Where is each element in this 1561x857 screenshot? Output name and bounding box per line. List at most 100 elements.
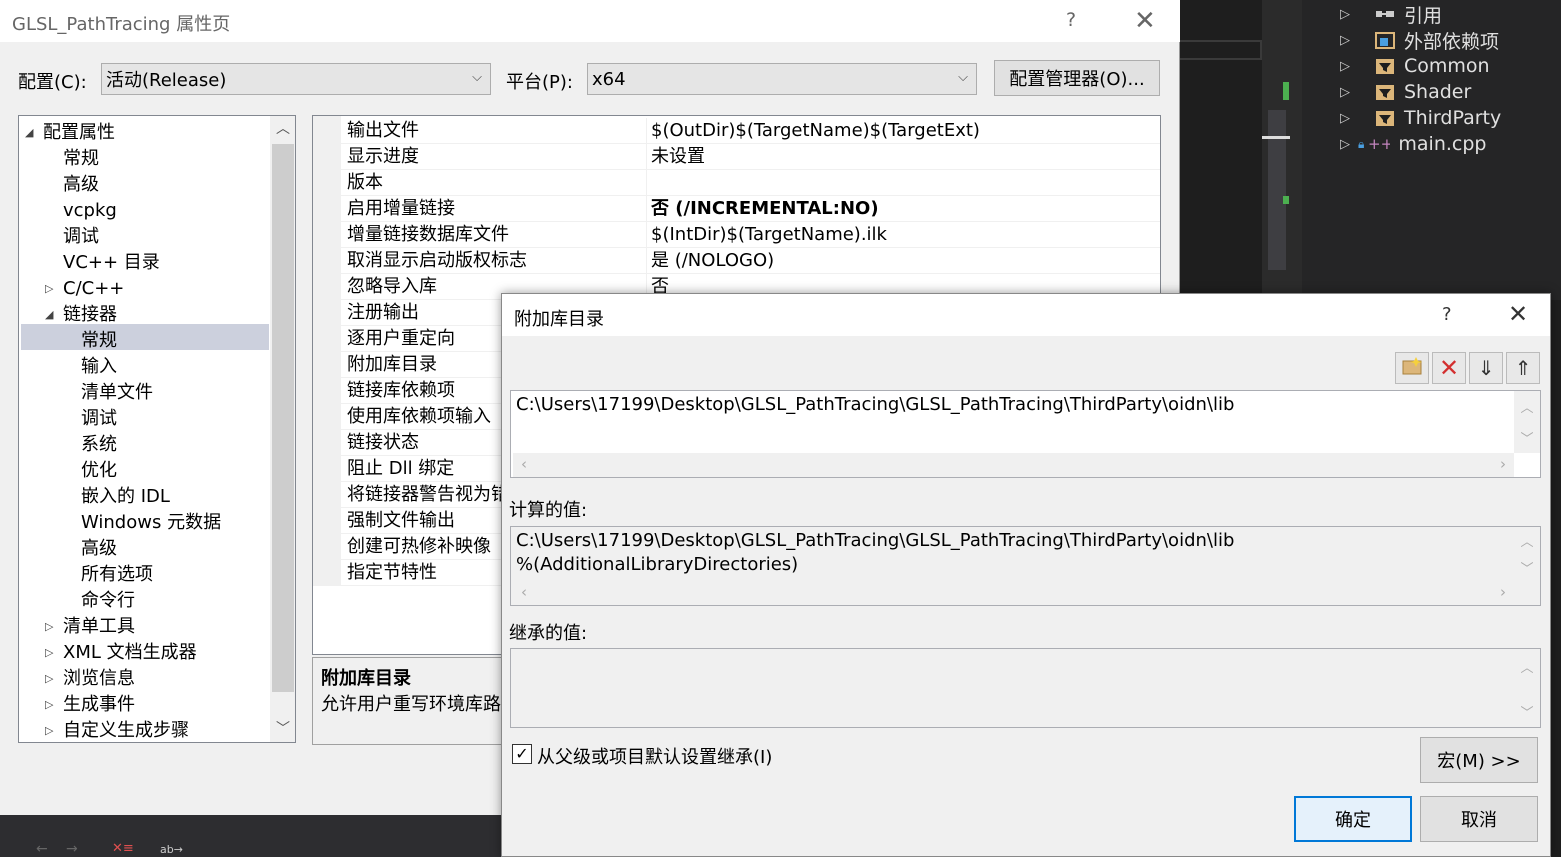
tree-item[interactable]: ▷ C/C++ xyxy=(45,276,124,302)
solution-item-shader[interactable]: ▷ Shader xyxy=(1340,79,1471,105)
tree-item-label: 生成事件 xyxy=(63,694,135,715)
solution-item-main-cpp[interactable]: ▷ 🔒︎ ++ main.cpp xyxy=(1340,131,1486,157)
config-manager-button[interactable]: 配置管理器(O)... xyxy=(994,60,1160,96)
platform-select[interactable]: x64 ⌵ xyxy=(587,63,977,95)
solution-item-common[interactable]: ▷ Common xyxy=(1340,53,1490,79)
forward-icon[interactable]: → xyxy=(66,841,78,857)
collapse-icon[interactable]: ◢ xyxy=(45,302,53,328)
directories-edit-box[interactable]: C:\Users\17199\Desktop\GLSL_PathTracing\… xyxy=(510,390,1541,478)
expand-icon[interactable]: ▷ xyxy=(1340,85,1352,100)
expand-icon[interactable]: ▷ xyxy=(1340,111,1352,126)
expand-icon[interactable]: ▷ xyxy=(45,692,53,718)
property-value[interactable]: $(IntDir)$(TargetName).ilk xyxy=(646,222,1160,248)
property-name: 创建可热修补映像 xyxy=(347,536,491,557)
tree-item[interactable]: 输入 xyxy=(81,354,117,380)
property-value[interactable]: $(OutDir)$(TargetName)$(TargetExt) xyxy=(646,118,1160,144)
property-row[interactable]: 版本 xyxy=(341,170,1160,196)
evaluated-hscroll[interactable]: ‹ › xyxy=(513,581,1514,605)
move-up-button[interactable]: ⇑ xyxy=(1506,352,1540,384)
expand-icon[interactable]: ▷ xyxy=(45,718,53,742)
ok-button[interactable]: 确定 xyxy=(1294,796,1412,842)
edit-vscroll[interactable]: ︿ ﹀ xyxy=(1514,391,1540,453)
tree-item-label: 调试 xyxy=(81,408,117,429)
external-deps-icon xyxy=(1374,30,1396,50)
evaluated-vscroll[interactable]: ︿ ﹀ xyxy=(1514,527,1540,581)
tree-item-label: 高级 xyxy=(63,174,99,195)
change-marker xyxy=(1283,82,1289,100)
config-value: 活动(Release) xyxy=(106,70,227,91)
expand-icon[interactable]: ▷ xyxy=(1340,33,1352,48)
property-name: 强制文件输出 xyxy=(347,510,455,531)
inherit-checkbox-label[interactable]: 从父级或项目默认设置继承(I) xyxy=(537,743,772,769)
property-value[interactable]: 未设置 xyxy=(646,144,1160,170)
dialog-help-button[interactable]: ? xyxy=(1442,304,1452,325)
move-down-button[interactable]: ⇓ xyxy=(1469,352,1503,384)
solution-item-label: 外部依赖项 xyxy=(1404,30,1500,53)
tree-item[interactable]: ▷ 浏览信息 xyxy=(45,666,135,692)
tree-scrollbar-thumb[interactable] xyxy=(272,144,294,692)
tree-item[interactable]: 命令行 xyxy=(81,588,135,614)
tree-item[interactable]: 嵌入的 IDL xyxy=(81,484,170,510)
tree-item[interactable]: 所有选项 xyxy=(81,562,153,588)
property-row[interactable]: 输出文件 $(OutDir)$(TargetName)$(TargetExt) xyxy=(341,118,1160,144)
tree-item[interactable]: 高级 xyxy=(63,172,99,198)
property-row[interactable]: 增量链接数据库文件 $(IntDir)$(TargetName).ilk xyxy=(341,222,1160,248)
editor-scrollbar-thumb[interactable] xyxy=(1268,110,1286,270)
expand-icon[interactable]: ▷ xyxy=(45,276,53,302)
clear-icon[interactable]: ✕≡ xyxy=(112,841,134,856)
property-tree[interactable]: ◢ 配置属性 常规 高级 vcpkg 调试 VC++ 目录 ▷ C/C++ ◢ 链接器 常规 输入 清单文… xyxy=(18,115,296,743)
tree-item[interactable]: VC++ 目录 xyxy=(63,250,160,276)
tree-item[interactable]: 常规 xyxy=(81,328,117,354)
expand-icon[interactable]: ▷ xyxy=(45,666,53,692)
expand-icon[interactable]: ▷ xyxy=(1340,137,1352,152)
back-icon[interactable]: ← xyxy=(36,841,48,857)
tree-item[interactable]: 常规 xyxy=(63,146,99,172)
tree-item-label: 清单工具 xyxy=(63,616,135,637)
close-button[interactable]: ✕ xyxy=(1134,6,1156,36)
new-line-button[interactable] xyxy=(1395,352,1429,384)
property-value[interactable] xyxy=(646,170,1160,196)
directory-line[interactable]: C:\Users\17199\Desktop\GLSL_PathTracing\… xyxy=(516,394,1234,415)
expand-icon[interactable]: ▷ xyxy=(1340,7,1352,22)
dialog-title-bar: 附加库目录 ? ✕ xyxy=(502,294,1550,336)
help-button[interactable]: ? xyxy=(1066,9,1076,31)
property-row[interactable]: 取消显示启动版权标志 是 (/NOLOGO) xyxy=(341,248,1160,274)
tree-item[interactable]: 系统 xyxy=(81,432,117,458)
property-value[interactable]: 是 (/NOLOGO) xyxy=(646,248,1160,274)
word-wrap-icon[interactable]: ab→ xyxy=(160,843,183,856)
solution-item-external-deps[interactable]: ▷ 外部依赖项 xyxy=(1340,27,1499,53)
solution-item-thirdparty[interactable]: ▷ ThirdParty xyxy=(1340,105,1501,131)
expand-icon[interactable]: ▷ xyxy=(45,640,53,666)
tree-item[interactable]: ▷ 生成事件 xyxy=(45,692,135,718)
tree-item[interactable]: vcpkg xyxy=(63,198,117,224)
edit-hscroll[interactable]: ‹ › xyxy=(513,453,1514,477)
cpp-file-icon: ++ xyxy=(1368,134,1393,154)
inherited-vscroll[interactable]: ︿ ﹀ xyxy=(1514,649,1540,727)
cancel-button[interactable]: 取消 xyxy=(1420,796,1538,842)
tree-item[interactable]: 清单文件 xyxy=(81,380,153,406)
tree-item[interactable]: 调试 xyxy=(63,224,99,250)
tree-item[interactable]: 高级 xyxy=(81,536,117,562)
delete-button[interactable]: ✕ xyxy=(1432,352,1466,384)
solution-item-references[interactable]: ▷ 引用 xyxy=(1340,1,1442,27)
expand-icon[interactable]: ▷ xyxy=(1340,59,1352,74)
inherit-checkbox[interactable]: ✓ xyxy=(512,744,532,764)
tree-item[interactable]: ▷ 自定义生成步骤 xyxy=(45,718,189,742)
expand-icon[interactable]: ▷ xyxy=(45,614,53,640)
tree-item[interactable]: ▷ 清单工具 xyxy=(45,614,135,640)
config-select[interactable]: 活动(Release) ⌵ xyxy=(101,63,491,95)
tree-item[interactable]: 优化 xyxy=(81,458,117,484)
tree-item[interactable]: ◢ 配置属性 xyxy=(25,120,115,146)
property-row[interactable]: 启用增量链接 否 (/INCREMENTAL:NO) xyxy=(341,196,1160,222)
macros-button[interactable]: 宏(M) >> xyxy=(1420,737,1538,783)
scroll-down-icon[interactable]: ﹀ xyxy=(276,718,290,738)
tree-item[interactable]: 调试 xyxy=(81,406,117,432)
tree-item[interactable]: ◢ 链接器 xyxy=(45,302,117,328)
property-value[interactable]: 否 (/INCREMENTAL:NO) xyxy=(646,196,1160,222)
collapse-icon[interactable]: ◢ xyxy=(25,120,33,146)
property-row[interactable]: 显示进度 未设置 xyxy=(341,144,1160,170)
scroll-up-icon[interactable]: ︿ xyxy=(276,118,290,138)
tree-item[interactable]: Windows 元数据 xyxy=(81,510,221,536)
dialog-close-button[interactable]: ✕ xyxy=(1508,300,1528,328)
tree-item[interactable]: ▷ XML 文档生成器 xyxy=(45,640,197,666)
